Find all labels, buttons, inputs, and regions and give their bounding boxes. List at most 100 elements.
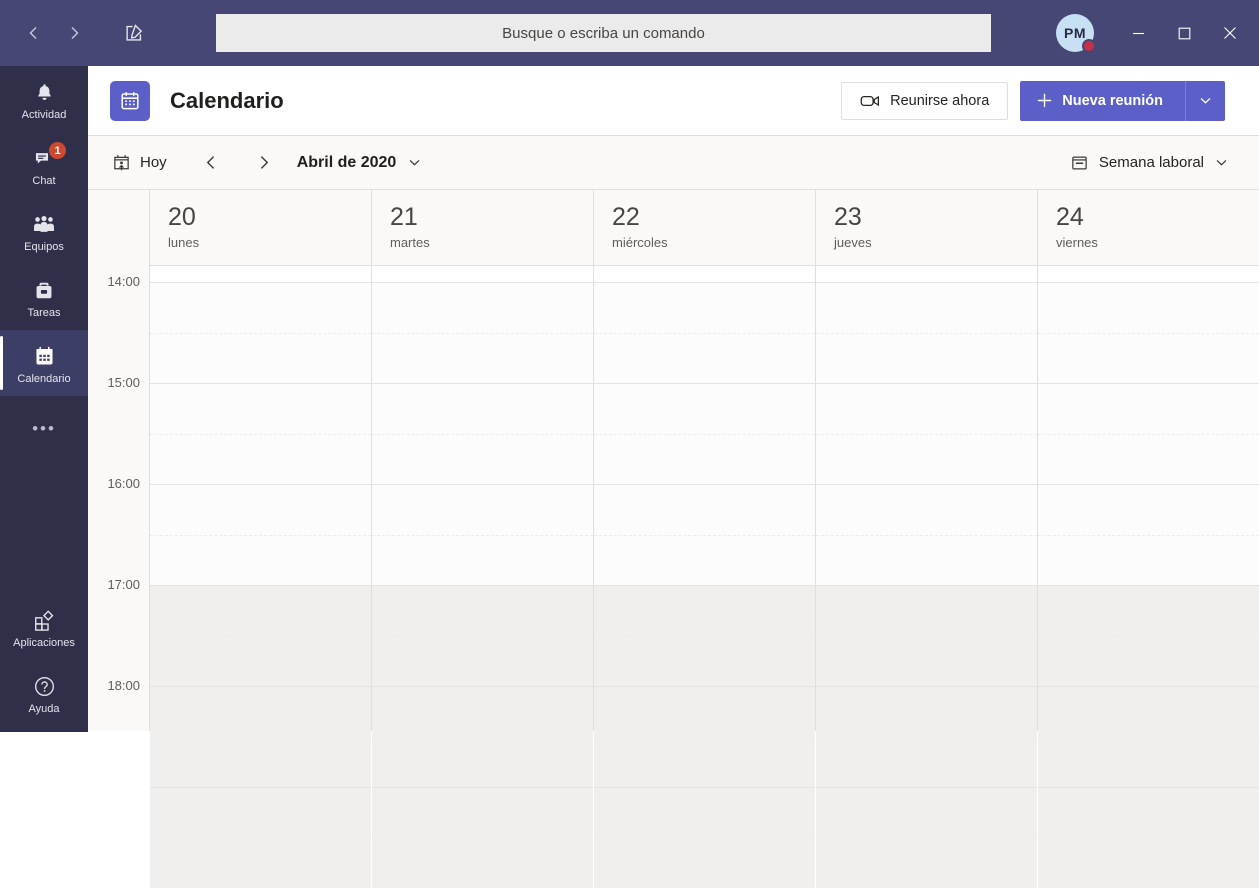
day-number: 24 <box>1056 202 1259 232</box>
time-slot[interactable] <box>372 585 593 636</box>
time-slot[interactable] <box>1038 636 1259 687</box>
hour-line <box>594 282 815 283</box>
time-slot[interactable] <box>816 787 1037 838</box>
time-slot[interactable] <box>1038 434 1259 485</box>
time-slot[interactable] <box>594 535 815 586</box>
time-slot[interactable] <box>816 333 1037 384</box>
time-slot[interactable] <box>816 383 1037 434</box>
search-input[interactable] <box>216 14 991 52</box>
time-slot[interactable] <box>150 686 371 737</box>
time-slot[interactable] <box>1038 585 1259 636</box>
time-slot[interactable] <box>1038 838 1259 888</box>
time-slot[interactable] <box>594 737 815 788</box>
time-slot[interactable] <box>816 434 1037 485</box>
maximize-button[interactable] <box>1161 13 1207 53</box>
day-header[interactable]: 24viernes <box>1038 190 1259 265</box>
previous-period-button[interactable] <box>193 146 231 180</box>
time-slot[interactable] <box>1038 686 1259 737</box>
day-header[interactable]: 21martes <box>372 190 594 265</box>
time-slot[interactable] <box>372 737 593 788</box>
day-column[interactable] <box>150 266 372 731</box>
time-slot[interactable] <box>150 434 371 485</box>
sidebar-item-aplicaciones[interactable]: Aplicaciones <box>0 594 88 660</box>
time-slot[interactable] <box>594 636 815 687</box>
sidebar-more-button[interactable]: ••• <box>0 396 88 456</box>
time-slot[interactable] <box>594 585 815 636</box>
time-slot[interactable] <box>150 585 371 636</box>
sidebar-item-actividad[interactable]: Actividad <box>0 66 88 132</box>
day-column[interactable] <box>594 266 816 731</box>
time-slot[interactable] <box>816 838 1037 888</box>
time-slot[interactable] <box>816 585 1037 636</box>
time-slot[interactable] <box>1038 383 1259 434</box>
compose-button[interactable] <box>114 13 154 53</box>
time-slot[interactable] <box>1038 282 1259 333</box>
hour-line <box>594 585 815 586</box>
time-slot[interactable] <box>594 383 815 434</box>
time-slot[interactable] <box>150 383 371 434</box>
time-slot[interactable] <box>372 333 593 384</box>
time-slot[interactable] <box>372 535 593 586</box>
close-button[interactable] <box>1207 13 1253 53</box>
time-slot[interactable] <box>816 686 1037 737</box>
sidebar-item-ayuda[interactable]: Ayuda <box>0 660 88 726</box>
meet-now-button[interactable]: Reunirse ahora <box>841 82 1008 120</box>
day-column[interactable] <box>816 266 1038 731</box>
half-hour-line <box>594 333 815 334</box>
forward-button[interactable] <box>54 13 94 53</box>
next-period-button[interactable] <box>245 146 283 180</box>
sidebar-item-chat[interactable]: 1 Chat <box>0 132 88 198</box>
day-column[interactable] <box>372 266 594 731</box>
sidebar-item-equipos[interactable]: Equipos <box>0 198 88 264</box>
time-slot[interactable] <box>1038 484 1259 535</box>
time-slot[interactable] <box>150 838 371 888</box>
day-header[interactable]: 23jueves <box>816 190 1038 265</box>
time-slot[interactable] <box>594 787 815 838</box>
time-slot[interactable] <box>150 484 371 535</box>
time-slot[interactable] <box>372 484 593 535</box>
day-header[interactable]: 20lunes <box>150 190 372 265</box>
time-slot[interactable] <box>594 686 815 737</box>
time-slot[interactable] <box>372 282 593 333</box>
avatar[interactable]: PM <box>1053 11 1097 55</box>
today-button[interactable]: Hoy <box>112 153 167 172</box>
back-button[interactable] <box>14 13 54 53</box>
time-slot[interactable] <box>594 838 815 888</box>
minimize-button[interactable] <box>1115 13 1161 53</box>
time-slot[interactable] <box>816 484 1037 535</box>
time-slot[interactable] <box>816 636 1037 687</box>
time-slot[interactable] <box>372 636 593 687</box>
time-slot[interactable] <box>150 636 371 687</box>
time-slot[interactable] <box>150 787 371 838</box>
sidebar-item-tareas[interactable]: Tareas <box>0 264 88 330</box>
view-selector[interactable]: Semana laboral <box>1070 153 1229 172</box>
time-slot[interactable] <box>372 434 593 485</box>
chevron-down-icon <box>407 155 422 170</box>
period-selector[interactable]: Abril de 2020 <box>297 154 423 172</box>
day-header[interactable]: 22miércoles <box>594 190 816 265</box>
time-slot[interactable] <box>150 535 371 586</box>
time-slot[interactable] <box>1038 787 1259 838</box>
time-slot[interactable] <box>372 383 593 434</box>
day-column[interactable] <box>1038 266 1259 731</box>
time-slot[interactable] <box>594 434 815 485</box>
time-slot[interactable] <box>816 535 1037 586</box>
half-hour-line <box>594 535 815 536</box>
time-slot[interactable] <box>1038 333 1259 384</box>
time-slot[interactable] <box>150 282 371 333</box>
time-slot[interactable] <box>1038 737 1259 788</box>
new-meeting-button[interactable]: Nueva reunión <box>1020 81 1185 121</box>
time-slot[interactable] <box>594 282 815 333</box>
time-slot[interactable] <box>372 838 593 888</box>
time-slot[interactable] <box>816 282 1037 333</box>
time-slot[interactable] <box>150 333 371 384</box>
time-slot[interactable] <box>594 333 815 384</box>
time-slot[interactable] <box>594 484 815 535</box>
time-slot[interactable] <box>816 737 1037 788</box>
time-slot[interactable] <box>150 737 371 788</box>
time-slot[interactable] <box>1038 535 1259 586</box>
sidebar-item-calendario[interactable]: Calendario <box>0 330 88 396</box>
time-slot[interactable] <box>372 686 593 737</box>
time-slot[interactable] <box>372 787 593 838</box>
new-meeting-dropdown-button[interactable] <box>1185 81 1225 121</box>
